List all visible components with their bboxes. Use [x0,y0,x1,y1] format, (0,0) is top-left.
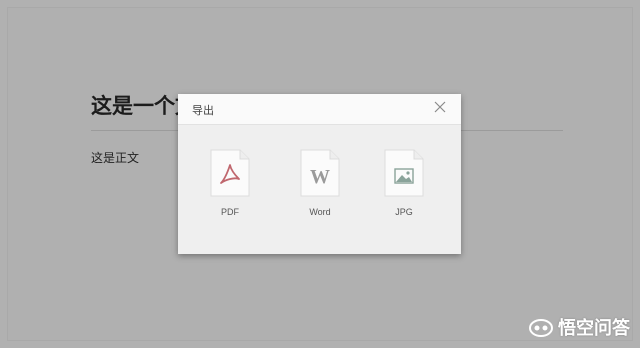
export-pdf-option[interactable]: PDF [200,149,260,217]
option-label: JPG [395,207,413,217]
option-label: Word [309,207,331,217]
wukong-logo-icon [529,319,553,337]
svg-text:W: W [310,166,330,188]
word-file-icon: W [300,149,340,197]
close-icon [434,101,446,113]
image-file-icon [384,149,424,197]
export-jpg-option[interactable]: JPG [374,149,434,217]
close-button[interactable] [433,101,447,115]
pdf-file-icon [210,149,250,197]
export-dialog: 导出 PDF W Word JPG [178,94,461,254]
option-label: PDF [221,207,239,217]
export-word-option[interactable]: W Word [290,149,350,217]
watermark-text: 悟空问答 [558,318,630,339]
dialog-title: 导出 [192,104,214,117]
dialog-header: 导出 [178,94,461,125]
wukong-watermark: 悟空问答 [528,314,630,340]
document-body: 这是正文 [91,151,140,165]
